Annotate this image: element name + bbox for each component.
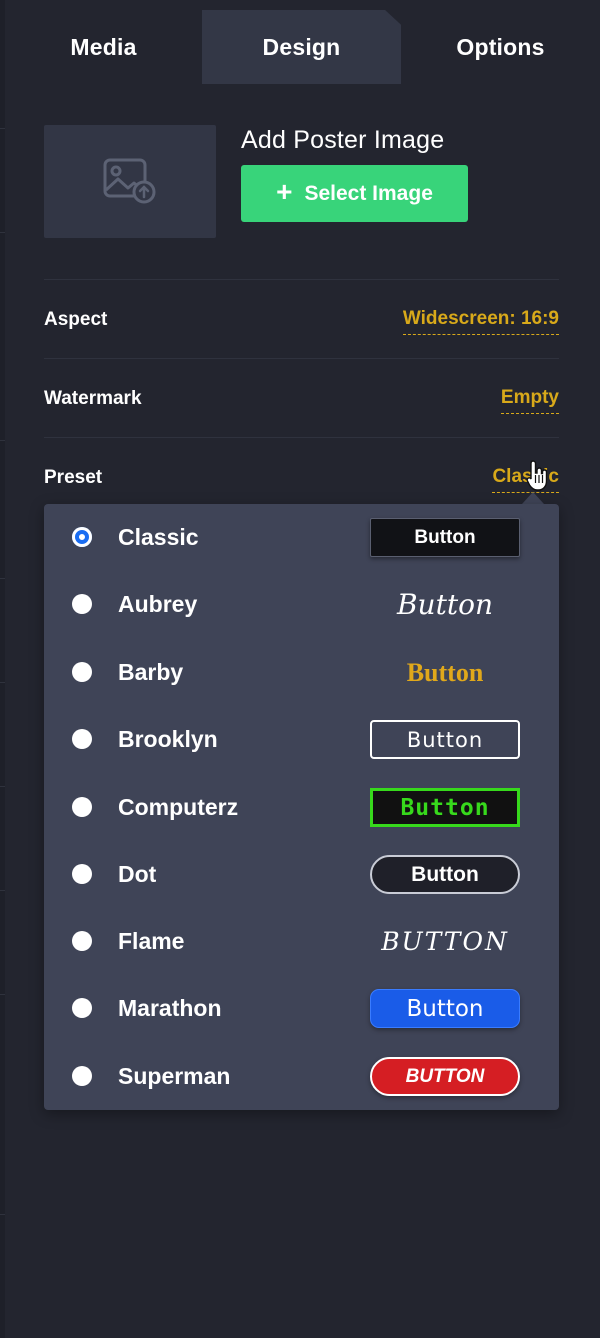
watermark-label: Watermark <box>44 388 142 409</box>
preset-name: Dot <box>118 861 157 887</box>
preset-preview-button: Button <box>370 855 520 894</box>
preset-option-brooklyn[interactable]: Brooklyn Button <box>44 706 559 773</box>
radio[interactable] <box>72 864 92 884</box>
divider <box>44 358 559 359</box>
hand-cursor-icon <box>526 460 548 491</box>
preset-name: Superman <box>118 1063 231 1089</box>
preset-name: Flame <box>118 928 185 954</box>
preset-preview-button: Button <box>370 788 520 827</box>
preset-preview-button: Button <box>406 657 484 687</box>
aspect-value[interactable]: Widescreen: 16:9 <box>402 308 559 335</box>
divider <box>44 437 559 438</box>
preset-dropdown: Classic Button Aubrey Button Barby Butto… <box>44 504 559 1110</box>
preset-preview-button: Button <box>370 720 520 759</box>
image-upload-icon <box>103 158 156 203</box>
preset-preview-button: Button <box>370 1057 520 1096</box>
preset-preview-button: Button <box>370 989 520 1028</box>
preset-option-barby[interactable]: Barby Button <box>44 639 559 706</box>
preset-name: Computerz <box>118 794 239 820</box>
preset-name: Brooklyn <box>118 726 218 752</box>
radio[interactable] <box>72 594 92 614</box>
radio[interactable] <box>72 797 92 817</box>
preset-option-classic[interactable]: Classic Button <box>44 504 559 571</box>
poster-thumbnail[interactable] <box>44 125 216 238</box>
divider <box>44 279 559 280</box>
preset-option-dot[interactable]: Dot Button <box>44 841 559 908</box>
preset-name: Aubrey <box>118 591 198 617</box>
poster-title: Add Poster Image <box>241 126 445 154</box>
radio[interactable] <box>72 1066 92 1086</box>
preset-option-superman[interactable]: Superman Button <box>44 1043 559 1110</box>
radio[interactable] <box>72 729 92 749</box>
preset-option-flame[interactable]: Flame Button <box>44 908 559 975</box>
preset-name: Marathon <box>118 995 222 1021</box>
tab-options[interactable]: Options <box>401 10 600 84</box>
radio[interactable] <box>72 662 92 682</box>
tab-design[interactable]: Design <box>202 10 401 84</box>
preset-preview-button: Button <box>370 518 520 557</box>
radio-selected[interactable] <box>72 527 92 547</box>
dropdown-caret <box>522 492 544 504</box>
plus-icon: + <box>276 176 293 207</box>
preset-label: Preset <box>44 467 103 488</box>
aspect-label: Aspect <box>44 309 108 330</box>
radio[interactable] <box>72 931 92 951</box>
select-image-button[interactable]: + Select Image <box>241 165 468 222</box>
left-edge-strip <box>0 0 5 1338</box>
tab-bar: Media Design Options <box>5 10 600 84</box>
preset-option-aubrey[interactable]: Aubrey Button <box>44 571 559 638</box>
radio[interactable] <box>72 998 92 1018</box>
preset-name: Classic <box>118 524 199 550</box>
preset-option-computerz[interactable]: Computerz Button <box>44 774 559 841</box>
preset-name: Barby <box>118 659 184 685</box>
select-image-label: Select Image <box>304 181 433 205</box>
preset-preview-button: Button <box>396 588 493 621</box>
watermark-value[interactable]: Empty <box>500 387 559 414</box>
preset-option-marathon[interactable]: Marathon Button <box>44 975 559 1042</box>
tab-media[interactable]: Media <box>5 10 202 84</box>
preset-preview-button: Button <box>381 927 509 956</box>
